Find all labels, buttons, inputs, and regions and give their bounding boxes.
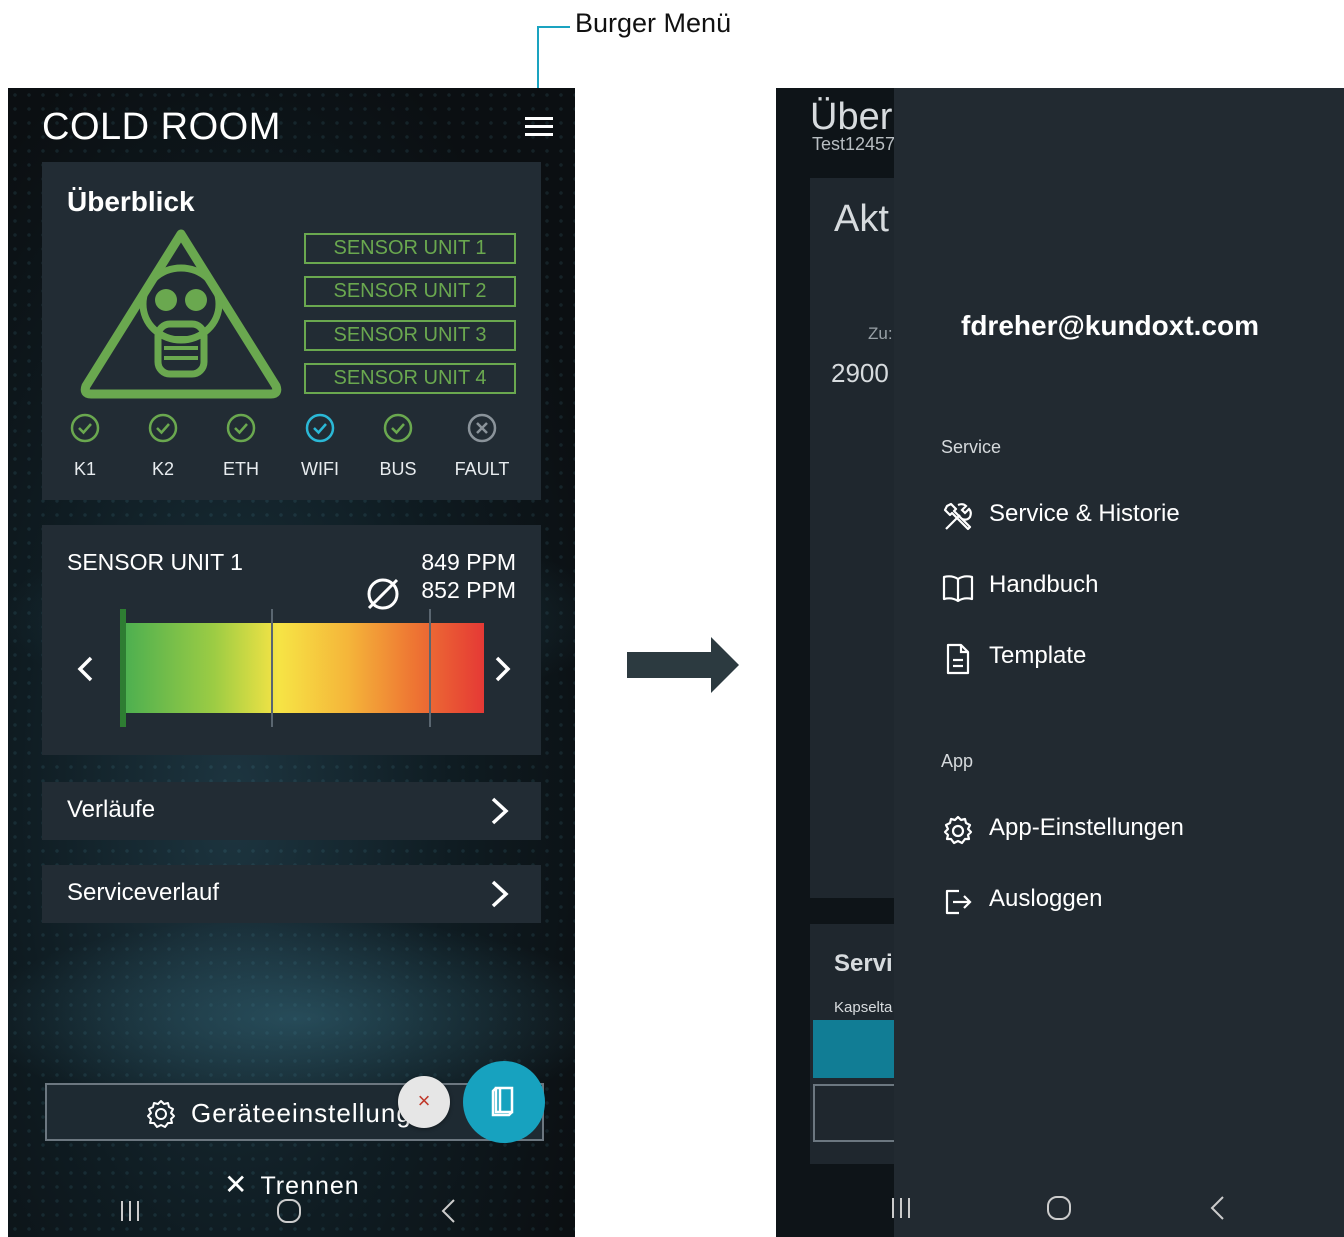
left-phone-screen: COLD ROOM Überblick SENSOR UNIT 1 SENSOR…: [8, 88, 575, 1237]
menu-item-label: Service & Historie: [989, 500, 1180, 527]
close-fab-button[interactable]: ×: [398, 1076, 450, 1128]
home-icon[interactable]: [274, 1197, 304, 1225]
section-title-service: Service: [941, 437, 1002, 457]
gear-icon: [943, 815, 973, 845]
chevron-right-icon: [491, 880, 509, 908]
background-label: Zu:: [868, 324, 893, 343]
status-label: WIFI: [301, 459, 339, 479]
logout-icon: [945, 889, 972, 915]
status-label: FAULT: [454, 459, 510, 479]
average-ppm: 852 PPM: [421, 577, 516, 603]
background-value: 2900: [831, 358, 889, 388]
average-icon: [367, 578, 399, 610]
background-service-title: Servi: [834, 950, 893, 977]
book-open-icon: [942, 575, 974, 603]
user-email: fdreher@kundoxt.com: [961, 310, 1260, 341]
menu-item-label: Ausloggen: [989, 885, 1103, 912]
status-fault: FAULT: [452, 412, 512, 480]
menu-item-label: Handbuch: [989, 571, 1099, 598]
android-navbar: [8, 1187, 575, 1237]
annotation-line: [537, 26, 570, 28]
sensor-unit-1-button[interactable]: SENSOR UNIT 1: [304, 233, 516, 264]
sensor-unit-4-button[interactable]: SENSOR UNIT 4: [304, 363, 516, 394]
current-ppm: 849 PPM: [421, 549, 516, 575]
document-icon: [946, 643, 970, 675]
verlaeufe-row[interactable]: Verläufe: [42, 782, 541, 840]
status-label: ETH: [223, 459, 259, 479]
background-kapsel-label: Kapselta: [834, 999, 893, 1016]
book-icon: [491, 1086, 514, 1117]
navigation-drawer: fdreher@kundoxt.com Service Service & Hi…: [894, 88, 1344, 1237]
burger-menu-icon[interactable]: [525, 117, 553, 137]
sensor-unit-2-button[interactable]: SENSOR UNIT 2: [304, 276, 516, 307]
previous-sensor-arrow-icon[interactable]: [72, 655, 100, 683]
status-k2: K2: [133, 412, 193, 480]
manual-fab-button[interactable]: [463, 1061, 545, 1143]
back-icon[interactable]: [434, 1197, 464, 1225]
chevron-right-icon: [491, 797, 509, 825]
check-circle-icon: [383, 413, 413, 443]
check-circle-icon: [148, 413, 178, 443]
x-circle-icon: [467, 413, 497, 443]
status-bus: BUS: [368, 412, 428, 480]
gauge-threshold: [271, 609, 273, 727]
check-circle-icon: [70, 413, 100, 443]
status-label: K2: [151, 459, 175, 479]
status-label: K1: [73, 459, 97, 479]
home-icon[interactable]: [1044, 1194, 1074, 1222]
check-circle-icon: [226, 413, 256, 443]
check-circle-icon: [305, 413, 335, 443]
status-label: BUS: [379, 459, 417, 479]
overview-heading: Überblick: [67, 186, 195, 217]
tools-icon: [943, 502, 972, 531]
recent-apps-icon[interactable]: [115, 1197, 145, 1225]
page-title: COLD ROOM: [42, 106, 281, 148]
menu-item-label: Template: [989, 642, 1087, 669]
gas-mask-hazard-icon: [80, 229, 282, 399]
sensor-unit-3-button[interactable]: SENSOR UNIT 3: [304, 320, 516, 351]
gear-icon: [147, 1100, 175, 1128]
status-k1: K1: [55, 412, 115, 480]
row-label: Verläufe: [67, 796, 156, 823]
overview-card: Überblick SENSOR UNIT 1 SENSOR UNIT 2 SE…: [42, 162, 541, 500]
recent-apps-icon[interactable]: [886, 1194, 916, 1222]
background-page-subtitle: Test12457: [812, 134, 896, 154]
transition-arrow-icon: [627, 637, 739, 693]
next-sensor-arrow-icon[interactable]: [488, 655, 516, 683]
background-page-title: Über: [810, 96, 893, 138]
background-card-title: Akt: [834, 198, 889, 240]
status-eth: ETH: [211, 412, 271, 480]
section-title-app: App: [941, 751, 974, 771]
annotation-label: Burger Menü: [575, 8, 732, 38]
gauge-threshold: [429, 609, 431, 727]
gauge-value-marker: [120, 609, 126, 727]
back-icon[interactable]: [1203, 1194, 1233, 1222]
right-phone-screen: Über Test12457 Akt Zu: 2900 Servi Kapsel…: [776, 88, 1344, 1237]
serviceverlauf-row[interactable]: Serviceverlauf: [42, 865, 541, 923]
sensor-reading-card: SENSOR UNIT 1 849 PPM 852 PPM: [42, 525, 541, 755]
row-label: Serviceverlauf: [67, 879, 220, 906]
sensor-name: SENSOR UNIT 1: [67, 549, 243, 575]
menu-item-label: App-Einstellungen: [989, 814, 1184, 841]
status-wifi: WIFI: [290, 412, 350, 480]
